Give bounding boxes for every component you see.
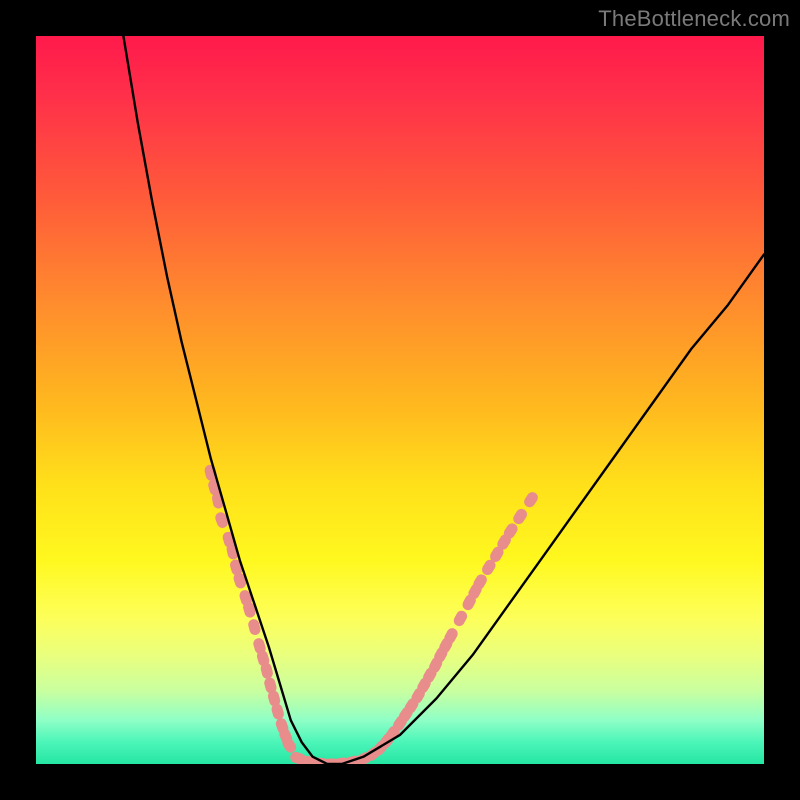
watermark-text: TheBottleneck.com (598, 6, 790, 32)
highlight-marker (522, 490, 540, 509)
chart-frame: TheBottleneck.com (0, 0, 800, 800)
highlight-marker (511, 507, 529, 526)
curve-layer (36, 36, 764, 764)
marker-group (203, 464, 540, 764)
highlight-marker (452, 609, 469, 628)
plot-area (36, 36, 764, 764)
